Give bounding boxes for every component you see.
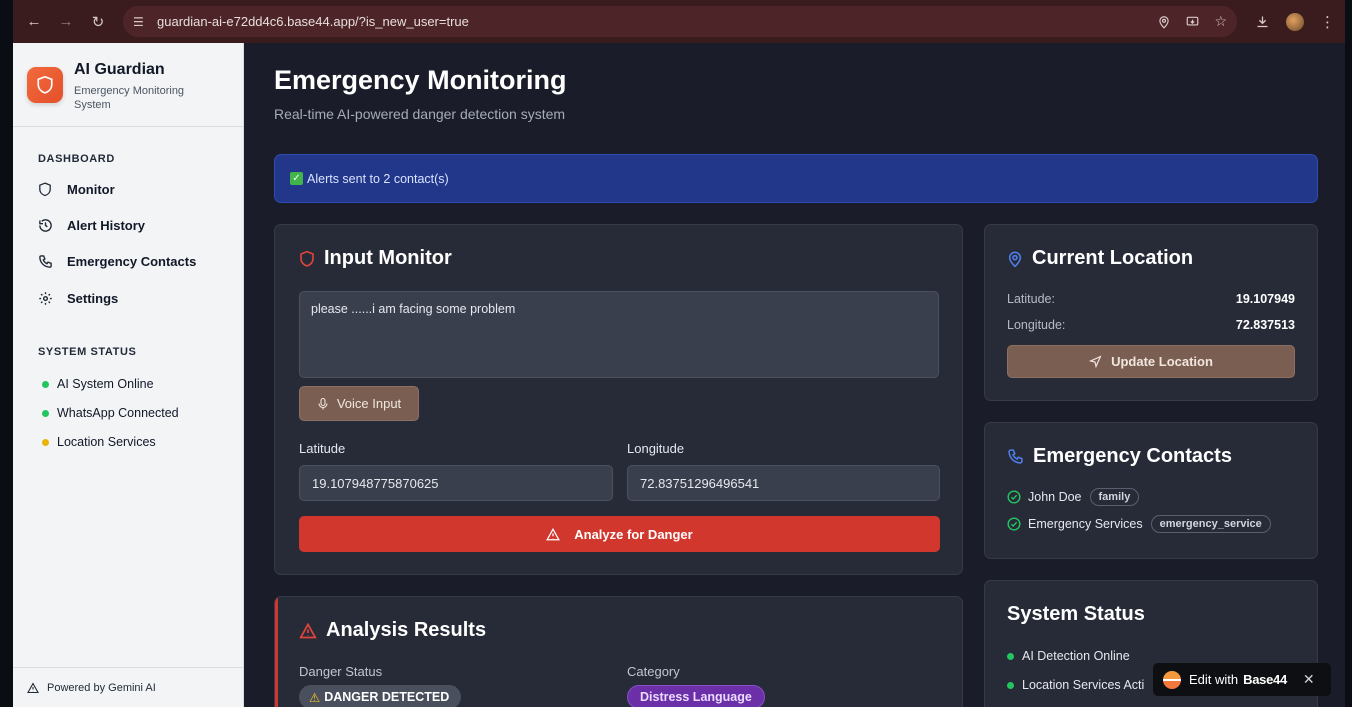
shield-logo-icon — [27, 67, 63, 103]
close-icon[interactable]: ✕ — [1303, 671, 1315, 688]
status-ai-system: AI System Online — [42, 377, 154, 391]
system-status-row: Location Services Acti — [1007, 678, 1144, 692]
sidebar: AI Guardian Emergency Monitoring System … — [13, 43, 244, 707]
powered-by-text: Powered by Gemini AI — [47, 681, 156, 694]
status-label: WhatsApp Connected — [57, 406, 179, 420]
system-status-row: AI Detection Online — [1007, 649, 1130, 663]
contact-row[interactable]: Emergency Services emergency_service — [1007, 515, 1271, 533]
alert-banner-text: Alerts sent to 2 contact(s) — [307, 171, 449, 186]
microphone-icon — [317, 397, 329, 411]
update-location-button[interactable]: Update Location — [1007, 345, 1295, 378]
contact-row[interactable]: John Doe family — [1007, 488, 1140, 506]
phone-icon — [1007, 448, 1024, 465]
status-label: Location Services — [57, 435, 156, 449]
voice-input-button[interactable]: Voice Input — [299, 386, 419, 421]
category-badge: Distress Language — [627, 685, 765, 707]
system-status-section-label: SYSTEM STATUS — [38, 346, 137, 358]
input-monitor-card: Input Monitor please ......i am facing s… — [274, 224, 963, 575]
input-monitor-title: Input Monitor — [299, 247, 452, 270]
address-bar[interactable]: ☰ guardian-ai-e72dd4c6.base44.app/?is_ne… — [123, 6, 1237, 37]
page-title: Emergency Monitoring — [274, 65, 567, 95]
download-icon[interactable] — [1255, 14, 1270, 29]
sidebar-item-label: Monitor — [67, 181, 115, 197]
danger-accent-bar — [275, 597, 278, 707]
longitude-input[interactable] — [627, 465, 940, 501]
status-dot — [42, 380, 49, 388]
danger-status-badge: ⚠ DANGER DETECTED — [299, 685, 462, 707]
analyze-danger-button[interactable]: Analyze for Danger — [299, 516, 940, 552]
status-dot — [42, 438, 49, 446]
brand-header: AI Guardian Emergency Monitoring System — [13, 43, 243, 127]
page-subtitle: Real-time AI-powered danger detection sy… — [274, 106, 566, 122]
install-app-icon[interactable] — [1185, 15, 1200, 29]
sidebar-item-label: Settings — [67, 290, 119, 306]
edit-with-base44-pill[interactable]: Edit with Base44 ✕ — [1153, 663, 1331, 696]
sidebar-item-label: Alert History — [67, 217, 146, 233]
site-settings-icon[interactable]: ☰ — [133, 15, 149, 29]
contact-tag: emergency_service — [1150, 515, 1271, 533]
browser-menu-icon[interactable]: ⋮ — [1320, 13, 1335, 31]
status-dot — [1007, 681, 1014, 689]
warning-emoji-icon: ⚠ — [309, 690, 321, 705]
latitude-input[interactable] — [299, 465, 613, 501]
reload-icon[interactable]: ↻ — [87, 11, 109, 33]
current-location-card: Current Location Latitude: 19.107949 Lon… — [984, 224, 1318, 401]
dashboard-section-label: DASHBOARD — [38, 153, 115, 165]
shield-icon — [299, 250, 315, 268]
warning-triangle-icon — [27, 681, 39, 694]
gear-icon — [38, 291, 58, 306]
status-whatsapp: WhatsApp Connected — [42, 406, 179, 420]
sidebar-item-monitor[interactable]: Monitor — [38, 177, 115, 201]
shield-icon — [38, 181, 58, 197]
app-frame: ← → ↻ ☰ guardian-ai-e72dd4c6.base44.app/… — [13, 0, 1345, 707]
location-latitude-row: Latitude: 19.107949 — [1007, 292, 1295, 306]
history-icon — [38, 218, 58, 233]
latitude-label: Latitude — [299, 441, 346, 456]
back-icon[interactable]: ← — [23, 11, 45, 33]
browser-toolbar: ← → ↻ ☰ guardian-ai-e72dd4c6.base44.app/… — [13, 0, 1345, 43]
status-label: AI System Online — [57, 377, 154, 391]
analysis-results-title: Analysis Results — [299, 619, 486, 642]
system-status-title: System Status — [1007, 603, 1145, 625]
status-dot — [1007, 652, 1014, 660]
status-dot — [42, 409, 49, 417]
sidebar-item-alert-history[interactable]: Alert History — [38, 213, 145, 237]
current-location-title: Current Location — [1007, 247, 1193, 270]
bookmark-star-icon[interactable]: ☆ — [1214, 13, 1227, 30]
profile-avatar[interactable] — [1286, 12, 1304, 31]
navigation-arrow-icon — [1089, 355, 1102, 368]
contact-tag: family — [1089, 488, 1140, 506]
location-pin-icon[interactable] — [1157, 15, 1171, 29]
sidebar-footer: Powered by Gemini AI — [13, 667, 244, 707]
category-label: Category — [627, 664, 680, 679]
check-circle-icon — [1007, 517, 1021, 531]
warning-triangle-icon — [546, 527, 561, 541]
analysis-results-card: Analysis Results Danger Status ⚠ DANGER … — [274, 596, 963, 707]
emergency-contacts-title: Emergency Contacts — [1007, 445, 1232, 468]
checkmark-icon: ✓ — [290, 172, 303, 185]
sidebar-item-label: Emergency Contacts — [67, 253, 197, 269]
location-longitude-row: Longitude: 72.837513 — [1007, 318, 1295, 332]
emergency-contacts-card: Emergency Contacts John Doe family Emerg… — [984, 422, 1318, 559]
danger-status-label: Danger Status — [299, 664, 383, 679]
base44-logo-icon — [1163, 670, 1181, 689]
url-text[interactable]: guardian-ai-e72dd4c6.base44.app/?is_new_… — [157, 14, 469, 29]
sidebar-item-settings[interactable]: Settings — [38, 286, 118, 310]
status-location: Location Services — [42, 435, 156, 449]
forward-icon[interactable]: → — [55, 11, 77, 33]
alert-sent-banner: ✓ Alerts sent to 2 contact(s) — [274, 154, 1318, 203]
check-circle-icon — [1007, 490, 1021, 504]
location-pin-icon — [1007, 250, 1023, 268]
phone-icon — [38, 254, 58, 269]
message-textarea[interactable]: please ......i am facing some problem — [299, 291, 939, 378]
main-content: Emergency Monitoring Real-time AI-powere… — [244, 43, 1345, 707]
brand-title: AI Guardian — [74, 61, 165, 78]
sidebar-item-emergency-contacts[interactable]: Emergency Contacts — [38, 249, 196, 273]
longitude-label: Longitude — [627, 441, 685, 456]
warning-triangle-icon — [299, 622, 317, 639]
brand-subtitle: Emergency Monitoring System — [74, 85, 185, 111]
